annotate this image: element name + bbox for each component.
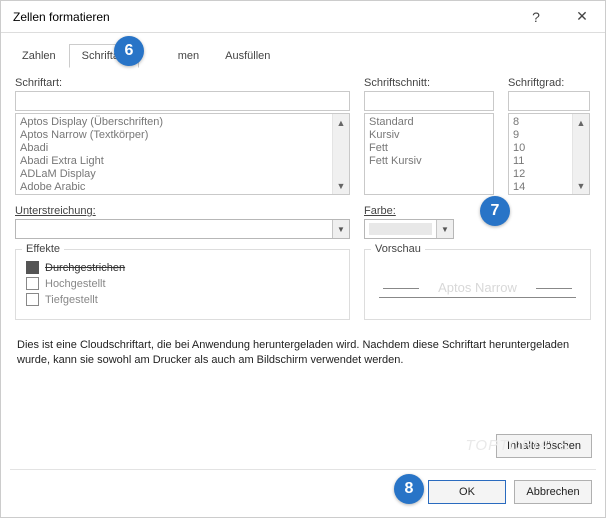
list-item[interactable]: Adobe Arabic bbox=[20, 181, 328, 194]
tab-bar: Zahlen Schriftart Ramen Ausfüllen bbox=[1, 33, 605, 67]
chevron-down-icon[interactable]: ▼ bbox=[436, 220, 453, 238]
list-item[interactable]: 11 bbox=[513, 155, 568, 168]
chevron-down-icon[interactable]: ▼ bbox=[332, 220, 349, 238]
style-input[interactable] bbox=[364, 91, 494, 111]
chevron-down-icon[interactable]: ▼ bbox=[333, 177, 349, 194]
list-item[interactable]: Abadi bbox=[20, 142, 328, 155]
size-listbox[interactable]: 8 9 10 11 12 14 ▲ ▼ bbox=[508, 113, 590, 195]
checkbox-subscript[interactable]: Tiefgestellt bbox=[26, 293, 339, 306]
preview-group: Vorschau Aptos Narrow bbox=[364, 249, 591, 320]
style-label: Schriftschnitt: bbox=[364, 77, 494, 89]
annotation-badge-8: 8 bbox=[394, 474, 424, 504]
tab-ausfuellen[interactable]: Ausfüllen bbox=[212, 44, 283, 68]
tab-rahmen[interactable]: Ramen bbox=[139, 44, 212, 68]
color-combo[interactable]: ▼ bbox=[364, 219, 454, 239]
size-label: Schriftgrad: bbox=[508, 77, 590, 89]
font-label: Schriftart: bbox=[15, 77, 350, 89]
checkbox-strikethrough[interactable]: Durchgestrichen bbox=[26, 261, 339, 274]
checkbox-icon bbox=[26, 277, 39, 290]
color-label: Farbe: bbox=[364, 205, 454, 217]
effects-legend: Effekte bbox=[22, 243, 64, 255]
list-item[interactable]: Fett bbox=[369, 142, 489, 155]
list-item[interactable]: Abadi Extra Light bbox=[20, 155, 328, 168]
size-scrollbar[interactable]: ▲ ▼ bbox=[572, 114, 589, 194]
dialog-title: Zellen formatieren bbox=[13, 10, 513, 24]
annotation-badge-7: 7 bbox=[480, 196, 510, 226]
chevron-down-icon[interactable]: ▼ bbox=[573, 177, 589, 194]
checkbox-icon bbox=[26, 261, 39, 274]
font-input[interactable] bbox=[15, 91, 350, 111]
list-item[interactable]: 8 bbox=[513, 116, 568, 129]
list-item[interactable]: 14 bbox=[513, 181, 568, 194]
list-item[interactable]: Aptos Narrow (Textkörper) bbox=[20, 129, 328, 142]
chevron-up-icon[interactable]: ▲ bbox=[333, 114, 349, 131]
style-listbox[interactable]: Standard Kursiv Fett Fett Kursiv bbox=[364, 113, 494, 195]
list-item[interactable]: ADLaM Display bbox=[20, 168, 328, 181]
effects-group: Effekte Durchgestrichen Hochgestellt Tie… bbox=[15, 249, 350, 320]
list-item[interactable]: Kursiv bbox=[369, 129, 489, 142]
ok-button[interactable]: OK bbox=[428, 480, 506, 504]
list-item[interactable]: 9 bbox=[513, 129, 568, 142]
list-item[interactable]: 10 bbox=[513, 142, 568, 155]
chevron-up-icon[interactable]: ▲ bbox=[573, 114, 589, 131]
list-item[interactable]: Standard bbox=[369, 116, 489, 129]
list-item[interactable]: 12 bbox=[513, 168, 568, 181]
divider bbox=[10, 469, 596, 470]
preview-legend: Vorschau bbox=[371, 243, 425, 255]
font-scrollbar[interactable]: ▲ ▼ bbox=[332, 114, 349, 194]
clear-contents-button[interactable]: Inhalte löschen bbox=[496, 434, 592, 458]
cancel-button[interactable]: Abbrechen bbox=[514, 480, 592, 504]
font-listbox[interactable]: Aptos Display (Überschriften) Aptos Narr… bbox=[15, 113, 350, 195]
checkbox-icon bbox=[26, 293, 39, 306]
checkbox-superscript[interactable]: Hochgestellt bbox=[26, 277, 339, 290]
annotation-badge-6: 6 bbox=[114, 36, 144, 66]
underline-label: Unterstreichung: bbox=[15, 205, 350, 217]
size-input[interactable] bbox=[508, 91, 590, 111]
tab-zahlen[interactable]: Zahlen bbox=[9, 44, 69, 68]
list-item[interactable]: Fett Kursiv bbox=[369, 155, 489, 168]
preview-sample: Aptos Narrow bbox=[379, 264, 576, 298]
help-button[interactable]: ? bbox=[513, 1, 559, 33]
info-text: Dies ist eine Cloudschriftart, die bei A… bbox=[17, 338, 589, 368]
list-item[interactable]: Aptos Display (Überschriften) bbox=[20, 116, 328, 129]
close-button[interactable]: ✕ bbox=[559, 1, 605, 33]
underline-combo[interactable]: ▼ bbox=[15, 219, 350, 239]
